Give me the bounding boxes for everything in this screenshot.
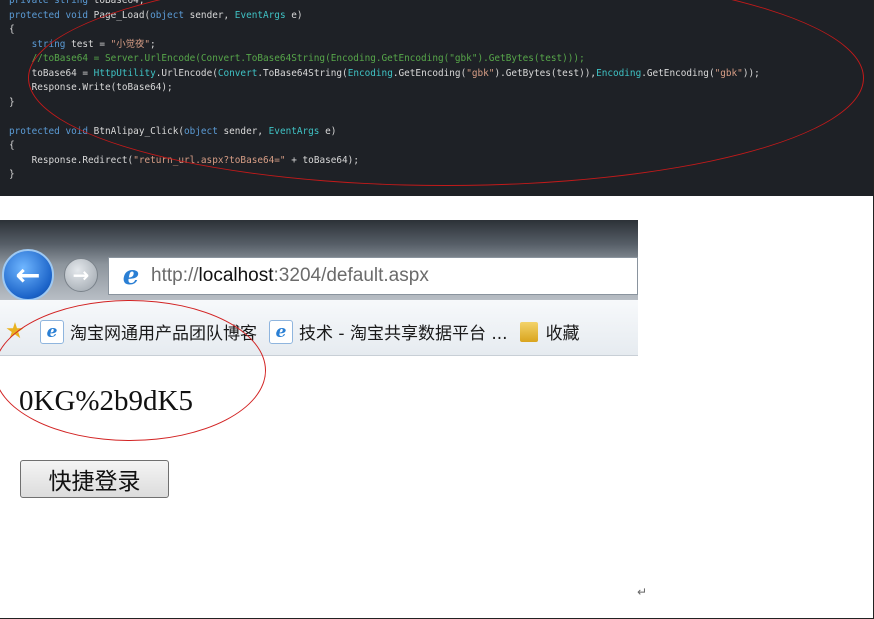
- code-token: e): [291, 9, 303, 21]
- ie-page-icon: e: [40, 319, 64, 344]
- code-token: EventArgs: [234, 9, 292, 21]
- code-token: .UrlEncode(: [155, 67, 218, 79]
- paragraph-mark: ↵: [637, 585, 648, 599]
- code-lines: private string toBase64; protected void P…: [9, 0, 760, 183]
- code-token: object: [150, 9, 190, 21]
- code-token: BtnAlipay_Click(: [93, 125, 184, 137]
- code-line: {: [9, 139, 760, 154]
- favorites-star-icon[interactable]: ★: [2, 319, 28, 344]
- forward-arrow-icon: →: [72, 263, 90, 287]
- code-line: protected void BtnAlipay_Click(object se…: [9, 125, 760, 140]
- code-token: toBase64;: [93, 0, 145, 6]
- code-token: ;: [150, 38, 156, 50]
- back-arrow-icon: ←: [15, 257, 41, 293]
- code-token: Convert: [217, 67, 258, 79]
- favorite-label: 技术 - 淘宝共享数据平台 ...: [299, 324, 508, 344]
- url-path: :3204/default.aspx: [273, 265, 429, 286]
- code-line: toBase64 = HttpUtility.UrlEncode(Convert…: [9, 67, 760, 82]
- favorites-bar: ★ e 淘宝网通用产品团队博客 e 技术 - 淘宝共享数据平台 ... 收藏: [0, 300, 638, 356]
- code-token: toBase64 =: [9, 67, 94, 79]
- code-token: }: [9, 96, 15, 108]
- code-token: {: [9, 24, 15, 35]
- code-token: "gbk": [714, 67, 743, 79]
- favorite-item-blog[interactable]: e 淘宝网通用产品团队博客: [40, 319, 257, 344]
- ie-page-icon: e: [269, 319, 293, 344]
- code-token: Encoding: [596, 67, 642, 79]
- code-token: }: [9, 169, 15, 180]
- code-token: Response.Redirect(: [9, 154, 134, 166]
- code-token: + toBase64);: [285, 154, 359, 166]
- code-line: Response.Redirect("return_url.aspx?toBas…: [9, 154, 760, 169]
- favorite-label: 收藏: [545, 324, 580, 344]
- code-token: .GetEncoding(: [392, 67, 467, 79]
- code-token: .ToBase64String(: [257, 67, 348, 79]
- code-line: Response.Write(toBase64);: [9, 81, 760, 96]
- code-token: "小觉夜": [110, 38, 151, 50]
- code-token: "gbk": [466, 67, 495, 79]
- folder-icon: [519, 321, 538, 342]
- code-token: ));: [742, 67, 760, 79]
- code-token: e): [325, 125, 337, 137]
- url-text[interactable]: http://localhost:3204/default.aspx: [151, 265, 429, 287]
- code-token: sender,: [189, 9, 235, 21]
- code-token: Encoding: [347, 67, 393, 79]
- code-token: test =: [71, 38, 111, 50]
- code-token: sender,: [223, 125, 269, 137]
- code-token: Response.Write(toBase64);: [9, 82, 173, 93]
- code-line: }: [9, 168, 760, 183]
- quick-login-button[interactable]: 快捷登录: [20, 460, 169, 498]
- code-token: {: [9, 140, 15, 151]
- code-token: ).GetBytes(test)),: [494, 67, 597, 79]
- url-host: localhost: [198, 265, 274, 286]
- address-bar[interactable]: e http://localhost:3204/default.aspx: [108, 257, 638, 295]
- code-editor-panel: private string toBase64; protected void P…: [0, 0, 874, 196]
- code-line: private string toBase64;: [9, 0, 760, 9]
- url-prefix: http://: [151, 265, 199, 286]
- browser-window: ← → e http://localhost:3204/default.aspx…: [0, 220, 638, 356]
- back-button[interactable]: ←: [2, 249, 54, 301]
- code-line: string test = "小觉夜";: [9, 38, 760, 53]
- code-line: {: [9, 23, 760, 38]
- code-token: string: [31, 38, 72, 50]
- favorite-item-folder[interactable]: 收藏: [519, 319, 580, 344]
- code-token: //toBase64 = Server.UrlEncode(Convert.To…: [9, 53, 585, 64]
- forward-button[interactable]: →: [64, 258, 98, 292]
- favorite-label: 淘宝网通用产品团队博客: [70, 324, 257, 344]
- code-line: //toBase64 = Server.UrlEncode(Convert.To…: [9, 52, 760, 67]
- code-token: protected void: [9, 9, 94, 21]
- code-token: .GetEncoding(: [641, 67, 715, 79]
- code-token: object: [183, 125, 224, 137]
- code-token: EventArgs: [268, 125, 326, 137]
- code-token: HttpUtility: [93, 67, 156, 79]
- navigation-bar: ← → e http://localhost:3204/default.aspx: [0, 220, 638, 301]
- code-token: "return_url.aspx?toBase64=": [133, 154, 286, 166]
- favorite-item-tech[interactable]: e 技术 - 淘宝共享数据平台 ...: [269, 319, 508, 344]
- code-token: private string: [9, 0, 94, 6]
- code-line: protected void Page_Load(object sender, …: [9, 9, 760, 24]
- code-token: protected void: [9, 125, 94, 137]
- encoded-output-text: 0KG%2b9dK5: [19, 385, 193, 417]
- code-token: Page_Load(: [93, 9, 151, 21]
- ie-page-icon: e: [122, 261, 140, 291]
- code-line: }: [9, 96, 760, 111]
